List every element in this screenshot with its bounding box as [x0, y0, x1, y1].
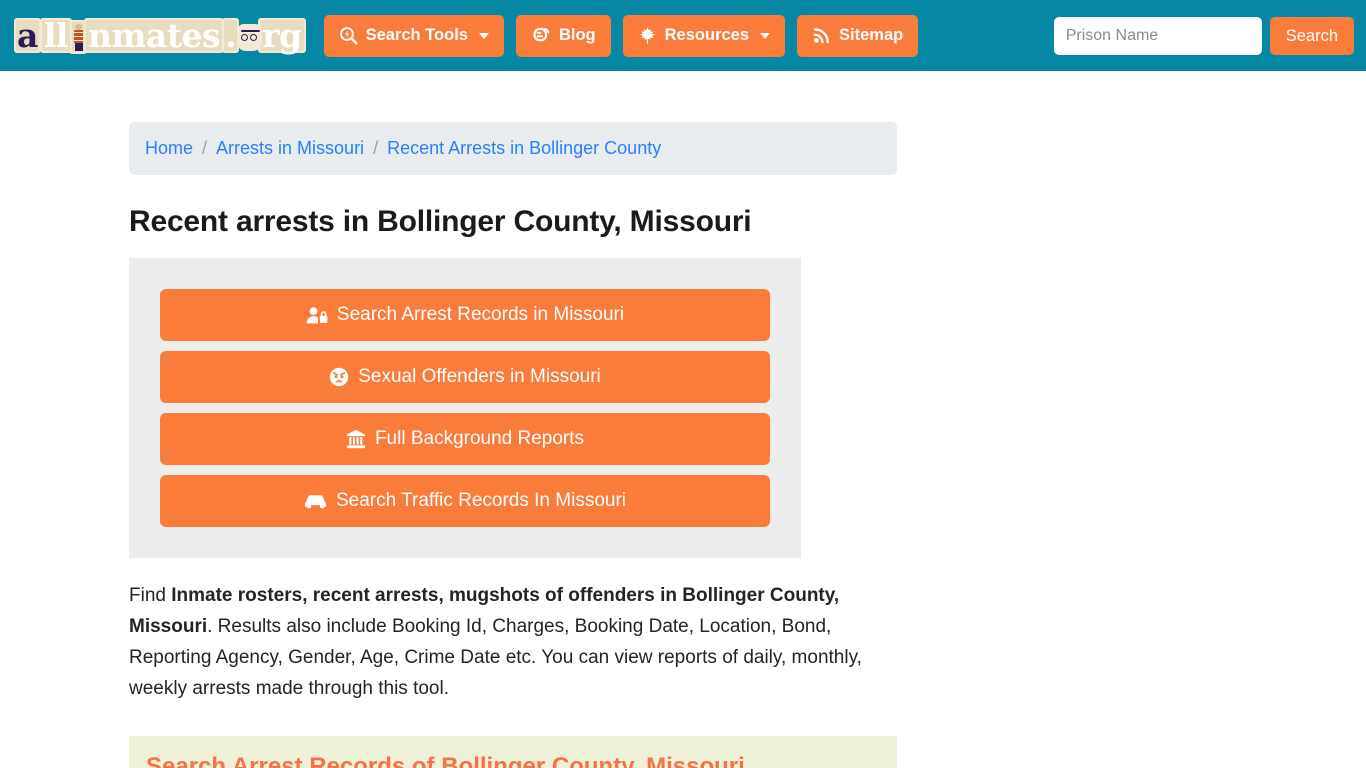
angry-face-icon	[329, 367, 349, 387]
search-submit-button[interactable]: Search	[1269, 17, 1354, 55]
breadcrumb: Home / Arrests in Missouri / Recent Arre…	[129, 122, 897, 175]
sexual-offenders-button[interactable]: Sexual Offenders in Missouri	[160, 351, 770, 403]
nav-resources-label: Resources	[664, 26, 750, 44]
search-arrest-records-button[interactable]: Search Arrest Records in Missouri	[160, 289, 770, 341]
search-bolt-icon	[339, 26, 358, 45]
nav-sitemap-button[interactable]: Sitemap	[797, 14, 919, 57]
page-title: Recent arrests in Bollinger County, Miss…	[129, 205, 752, 238]
breadcrumb-separator: /	[202, 138, 208, 158]
breadcrumb-item-arrests-in-missouri[interactable]: Arrests in Missouri	[216, 138, 364, 159]
cta-label: Sexual Offenders in Missouri	[358, 366, 601, 387]
site-logo[interactable]: a ll nmates. rg	[14, 16, 306, 56]
nav-search-tools-button[interactable]: Search Tools	[323, 14, 504, 57]
logo-letters-nmates: nmates	[83, 17, 225, 53]
lead-suffix: . Results also include Booking Id, Charg…	[129, 616, 862, 699]
rss-icon	[812, 26, 831, 45]
nav-search-tools-label: Search Tools	[365, 26, 468, 44]
page-description: Find Inmate rosters, recent arrests, mug…	[129, 580, 893, 704]
user-lock-icon	[306, 306, 328, 325]
chevron-down-icon	[478, 32, 489, 39]
maple-leaf-icon	[638, 26, 657, 45]
main-navigation: Search Tools Blog Resources Sitemap	[323, 14, 919, 57]
main-container: Home / Arrests in Missouri / Recent Arre…	[129, 71, 897, 768]
inmate-face-icon	[237, 23, 263, 51]
chevron-down-icon	[760, 32, 771, 39]
car-icon	[304, 492, 327, 510]
prisoner-figure-icon	[69, 19, 86, 54]
nav-sitemap-label: Sitemap	[839, 26, 904, 44]
breadcrumb-separator: /	[373, 138, 379, 158]
cta-label: Full Background Reports	[374, 428, 585, 449]
header-search-form: Search	[1053, 17, 1354, 55]
logo-wordmark: a ll nmates. rg	[14, 17, 306, 54]
nav-blog-button[interactable]: Blog	[515, 14, 611, 57]
blogger-icon	[531, 26, 551, 46]
search-input[interactable]	[1053, 17, 1262, 55]
cta-label: Search Traffic Records In Missouri	[335, 490, 627, 511]
site-header: a ll nmates. rg Search Tools Blog Resour…	[0, 0, 1366, 71]
logo-letters-rg: rg	[258, 17, 306, 53]
section-heading: Search Arrest Records of Bollinger Count…	[146, 753, 745, 768]
search-traffic-records-button[interactable]: Search Traffic Records In Missouri	[160, 475, 770, 527]
breadcrumb-item-home[interactable]: Home	[145, 138, 193, 159]
search-arrest-records-section: Search Arrest Records of Bollinger Count…	[129, 736, 897, 768]
full-background-reports-button[interactable]: Full Background Reports	[160, 413, 770, 465]
nav-resources-button[interactable]: Resources	[622, 14, 786, 57]
nav-blog-label: Blog	[558, 26, 596, 44]
cta-panel: Search Arrest Records in Missouri Sexual…	[129, 258, 801, 558]
cta-label: Search Arrest Records in Missouri	[336, 304, 625, 325]
lead-prefix: Find	[129, 585, 172, 606]
courthouse-icon	[346, 429, 366, 449]
breadcrumb-item-recent-arrests-bollinger[interactable]: Recent Arrests in Bollinger County	[387, 138, 661, 159]
logo-letter-a: a	[14, 17, 41, 53]
logo-letters-ll: ll	[39, 17, 72, 53]
